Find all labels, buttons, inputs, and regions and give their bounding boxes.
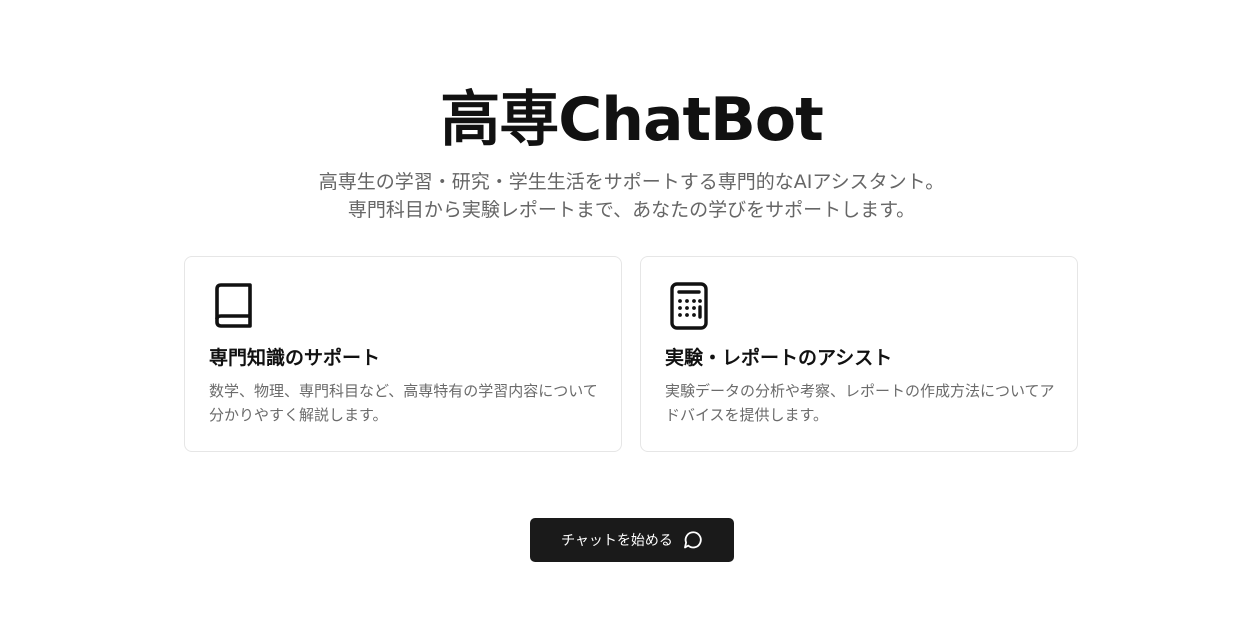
chat-bubble-icon (683, 530, 703, 550)
feature-description-report: 実験データの分析や考察、レポートの作成方法についてアドバイスを提供します。 (665, 382, 1055, 424)
book-icon (211, 281, 255, 331)
page-title: 高専ChatBot (440, 85, 824, 155)
feature-card-knowledge: 専門知識のサポート 数学、物理、専門科目など、高専特有の学習内容について分かりや… (184, 256, 622, 452)
start-chat-label: チャットを始める (561, 533, 673, 549)
page-subtitle-line2: 専門科目から実験レポートまで、あなたの学びをサポートします。 (347, 199, 916, 221)
feature-title-report: 実験・レポートのアシスト (665, 347, 893, 369)
start-chat-button[interactable]: チャットを始める (530, 518, 734, 562)
calculator-icon (667, 281, 711, 331)
feature-description-knowledge: 数学、物理、専門科目など、高専特有の学習内容について分かりやすく解説します。 (209, 382, 598, 424)
feature-card-report: 実験・レポートのアシスト 実験データの分析や考察、レポートの作成方法についてアド… (640, 256, 1078, 452)
page-subtitle-line1: 高専生の学習・研究・学生生活をサポートする専門的なAIアシスタント。 (318, 171, 945, 193)
feature-title-knowledge: 専門知識のサポート (209, 347, 381, 369)
